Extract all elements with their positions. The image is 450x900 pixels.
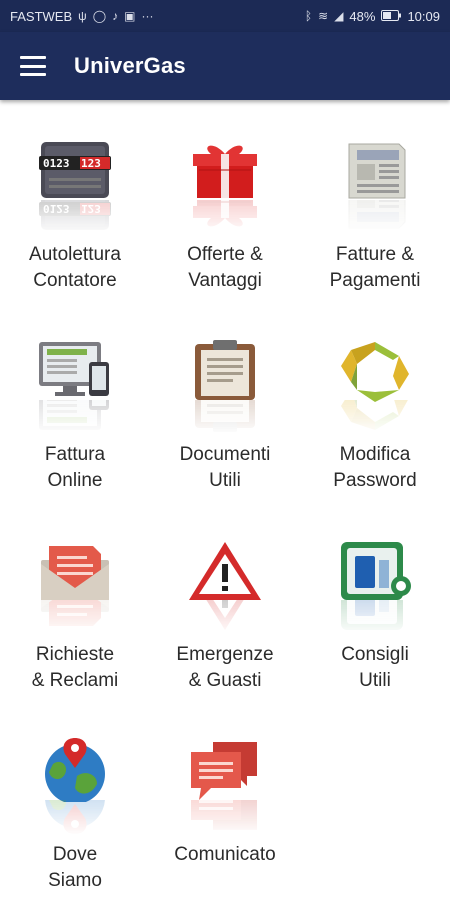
status-right: ᛒ ≋ ◢ 48% 10:09 [305, 9, 440, 24]
signal-icon: ◢ [334, 9, 344, 23]
svg-text:123: 123 [81, 157, 101, 170]
svg-text:0123: 0123 [43, 202, 70, 215]
status-bar: FASTWEB ψ ◯ ♪ ▣ ··· ᛒ ≋ ◢ 48% 10:09 [0, 0, 450, 32]
gift-icon [185, 136, 265, 236]
menu-tile-label: Modifica Password [333, 444, 417, 491]
wifi-icon: ≋ [318, 9, 329, 23]
carrier-name: FASTWEB [10, 8, 73, 24]
menu-tile-autolettura[interactable]: 0123 123 0123 123 Autolettura Contatore [0, 100, 150, 300]
menu-tile-comunicato[interactable]: Comunicato [150, 700, 300, 900]
menu-tile-offerte[interactable]: Offerte & Vantaggi [150, 100, 300, 300]
battery-icon [381, 9, 402, 24]
menu-tile-dove[interactable]: Dove Siamo [0, 700, 150, 900]
warning-icon [185, 536, 265, 636]
menu-tile-richieste[interactable]: Richieste & Reclami [0, 500, 150, 700]
svg-text:0123: 0123 [43, 157, 70, 170]
envelope-icon [35, 536, 115, 636]
bluetooth-icon: ᛒ [304, 9, 313, 23]
menu-tile-label: Emergenze & Guasti [176, 644, 274, 691]
clock: 10:09 [407, 8, 440, 24]
monitor-phone-icon [35, 336, 115, 436]
menu-tile-label: Documenti Utili [179, 444, 271, 491]
app-title: UniverGas [74, 53, 186, 78]
usb-icon: ψ [78, 9, 87, 23]
menu-tile-consigli[interactable]: Consigli Utili [300, 500, 450, 700]
menu-tile-password[interactable]: Modifica Password [300, 300, 450, 500]
menu-tile-documenti[interactable]: Documenti Utili [150, 300, 300, 500]
menu-tile-fattura-online[interactable]: Fattura Online [0, 300, 150, 500]
menu-tile-label: Dove Siamo [48, 844, 102, 891]
menu-tile-label: Autolettura Contatore [29, 244, 121, 291]
hamburger-menu-icon[interactable] [20, 56, 46, 76]
clipboard-icon [185, 336, 265, 436]
battery-level: 48% [349, 8, 376, 24]
menu-tile-label: Fatture & Pagamenti [329, 244, 421, 291]
menu-tile-label: Richieste & Reclami [31, 644, 119, 691]
refresh-arrows-icon [335, 336, 415, 436]
gas-tips-icon [335, 536, 415, 636]
tiktok-icon: ♪ [112, 9, 119, 23]
globe-pin-icon [35, 736, 115, 836]
whatsapp-icon: ◯ [92, 9, 107, 23]
svg-text:123: 123 [81, 202, 101, 215]
newspaper-icon [335, 136, 415, 236]
more-icon: ··· [141, 9, 154, 23]
menu-tile-label: Comunicato [174, 844, 276, 865]
meter-icon: 0123 123 0123 123 [35, 136, 115, 236]
app-bar: UniverGas [0, 32, 450, 100]
gallery-icon: ▣ [124, 9, 136, 23]
menu-tile-label: Offerte & Vantaggi [187, 244, 263, 291]
status-left: FASTWEB ψ ◯ ♪ ▣ ··· [10, 9, 153, 24]
menu-tile-emergenze[interactable]: Emergenze & Guasti [150, 500, 300, 700]
menu-tile-fatture[interactable]: Fatture & Pagamenti [300, 100, 450, 300]
chat-bubbles-icon [185, 736, 265, 836]
menu-tile-label: Fattura Online [44, 444, 106, 491]
menu-tile-label: Consigli Utili [341, 644, 409, 691]
